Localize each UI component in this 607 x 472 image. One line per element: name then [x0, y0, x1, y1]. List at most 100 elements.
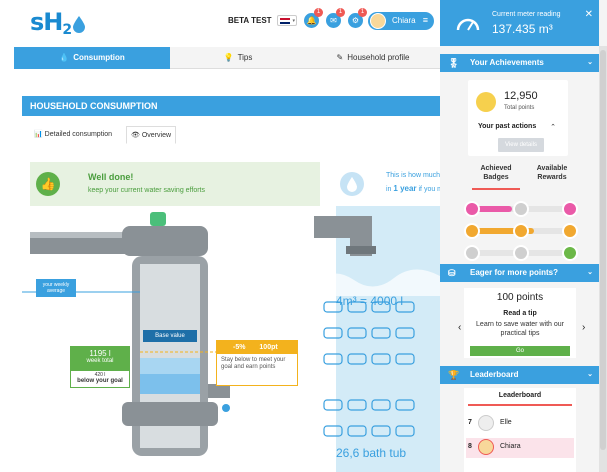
bathtub-icon	[371, 327, 391, 339]
bell-icon: 🔔	[306, 16, 317, 25]
tab-tips[interactable]: 💡 Tips	[170, 47, 306, 69]
hamburger-menu-icon: ≡	[422, 15, 428, 25]
tip-card: 100 points Read a tip Learn to save wate…	[464, 288, 576, 358]
badge-icon[interactable]	[513, 223, 529, 239]
active-tab-indicator	[472, 188, 520, 190]
avatar	[478, 415, 494, 431]
bathtub-icon	[395, 353, 415, 365]
leaderboard-row[interactable]: 7 Elle	[466, 414, 574, 434]
notifications-button[interactable]: 🔔 1	[304, 8, 323, 28]
drop-icon: 💧	[59, 53, 70, 62]
more-points-title: Eager for more points?	[470, 268, 559, 277]
weekly-average-label: your weekly average	[36, 279, 76, 297]
chevron-down-icon: ⌄	[587, 59, 593, 66]
pencil-icon: ✎	[336, 53, 344, 62]
language-selector[interactable]: ▾	[277, 15, 297, 26]
uk-flag-icon	[280, 18, 290, 24]
chevron-down-icon: ⌄	[587, 371, 593, 378]
below-goal-label: below your goal	[77, 378, 123, 384]
lightbulb-icon: 💡	[223, 53, 234, 62]
leaderboard-tab[interactable]: Leaderboard	[464, 392, 576, 399]
badge-tabs: Achieved Badges Available Rewards	[468, 164, 582, 190]
badge-icon[interactable]	[464, 201, 480, 217]
sidebar: Current meter reading 137.435 m³ ✕ 🎖 You…	[440, 0, 607, 472]
tab-achieved-badges[interactable]: Achieved Badges	[468, 164, 524, 182]
sidebar-scrollbar[interactable]	[599, 46, 607, 472]
tab-consumption[interactable]: 💧 Consumption	[14, 47, 170, 69]
week-total-value: 1195 l	[89, 349, 111, 358]
bathtub-icon	[347, 327, 367, 339]
sh2o-logo[interactable]: sH2	[30, 8, 86, 38]
chevron-up-icon[interactable]: ⌃	[550, 123, 556, 131]
water-drop-icon	[340, 172, 364, 196]
logo-s: s	[30, 8, 44, 36]
badge-icon[interactable]	[562, 245, 578, 261]
below-goal-value: 420 l	[94, 372, 106, 378]
logo-drop-icon	[73, 16, 86, 33]
badge-icon[interactable]	[513, 201, 529, 217]
tab-available-rewards[interactable]: Available Rewards	[524, 164, 580, 182]
tab-household-profile[interactable]: ✎ Household profile	[306, 47, 440, 69]
bathtub-illustration	[314, 216, 440, 437]
view-details-button[interactable]: View details	[498, 138, 544, 152]
bathtub-icon	[395, 327, 415, 339]
tab-label: Household profile	[347, 53, 410, 62]
tab-label: Consumption	[73, 53, 125, 62]
chevron-down-icon: ▾	[292, 18, 295, 24]
volume-text: 4m³ = 4000 l	[336, 294, 404, 308]
bathtub-icon	[371, 425, 391, 437]
subtab-detailed-consumption[interactable]: 📊 Detailed consumption	[30, 126, 116, 144]
comparison-highlight: 1 year	[393, 184, 417, 193]
bathtubs-text: 26,6 bath tub	[336, 446, 407, 460]
achievements-section-header[interactable]: 🎖 Your Achievements ⌄	[440, 54, 599, 72]
goal-percent: -5%	[233, 344, 246, 351]
meter-value: 137.435 m³	[492, 22, 553, 36]
scrollbar-thumb[interactable]	[600, 50, 606, 450]
leaderboard-name: Chiara	[500, 443, 521, 450]
feedback-banner: 👍 Well done! keep your current water sav…	[30, 162, 320, 206]
chevron-right-icon[interactable]: ›	[582, 322, 585, 333]
envelope-icon: ✉	[330, 16, 337, 25]
bathtub-icon	[395, 399, 415, 411]
bathtub-icon	[323, 425, 343, 437]
badge-icon[interactable]	[562, 223, 578, 239]
meter-reading-header: Current meter reading 137.435 m³ ✕	[440, 0, 599, 46]
close-icon[interactable]: ✕	[585, 9, 593, 20]
leaderboard-row-current-user[interactable]: 8 Chiara	[466, 438, 574, 458]
badge-icon[interactable]	[513, 245, 529, 261]
more-points-section-header[interactable]: ⛁ Eager for more points? ⌄	[440, 264, 599, 282]
subtab-overview[interactable]: 👁 Overview	[126, 126, 177, 144]
bathtub-icon	[371, 353, 391, 365]
badge-icon[interactable]	[464, 245, 480, 261]
messages-button[interactable]: ✉ 1	[326, 8, 345, 28]
comparison-header: This is how much you t in 1 year if you …	[336, 162, 457, 202]
tip-text: Learn to save water with our practical t…	[476, 321, 564, 337]
goal-box: -5% 100pt Stay below to meet your goal a…	[216, 340, 298, 386]
user-menu-button[interactable]: Chiara ≡	[368, 12, 434, 30]
bathtub-icon	[395, 425, 415, 437]
trophy-icon: 🏆	[448, 370, 460, 380]
gauge-icon	[456, 18, 480, 31]
feedback-subtitle: keep your current water saving efforts	[88, 187, 205, 194]
goal-points: 100pt	[259, 344, 278, 351]
beta-test-label: BETA TEST	[228, 16, 272, 25]
total-points-label: Total points	[504, 105, 535, 111]
badge-icon[interactable]	[562, 201, 578, 217]
avatar	[370, 13, 386, 29]
leaderboard-rank: 8	[468, 443, 472, 450]
coins-icon: ⛁	[448, 268, 456, 278]
week-total-label: week total	[86, 358, 114, 364]
past-actions-label[interactable]: Your past actions	[478, 123, 536, 130]
bathtub-icon	[347, 353, 367, 365]
go-button[interactable]: Go	[470, 346, 570, 356]
avatar	[478, 439, 494, 455]
settings-button[interactable]: ⚙ 1	[348, 8, 367, 28]
tip-points: 100 points	[496, 292, 544, 303]
badge-icon[interactable]	[464, 223, 480, 239]
main-nav: 💧 Consumption 💡 Tips ✎ Household profile	[14, 47, 440, 69]
leaderboard-card: Leaderboard 7 Elle 8 Chiara	[464, 388, 576, 472]
leaderboard-section-header[interactable]: 🏆 Leaderboard ⌄	[440, 366, 599, 384]
chevron-down-icon: ⌄	[587, 269, 593, 276]
chevron-left-icon[interactable]: ‹	[458, 322, 461, 333]
bathtub-icon	[347, 425, 367, 437]
